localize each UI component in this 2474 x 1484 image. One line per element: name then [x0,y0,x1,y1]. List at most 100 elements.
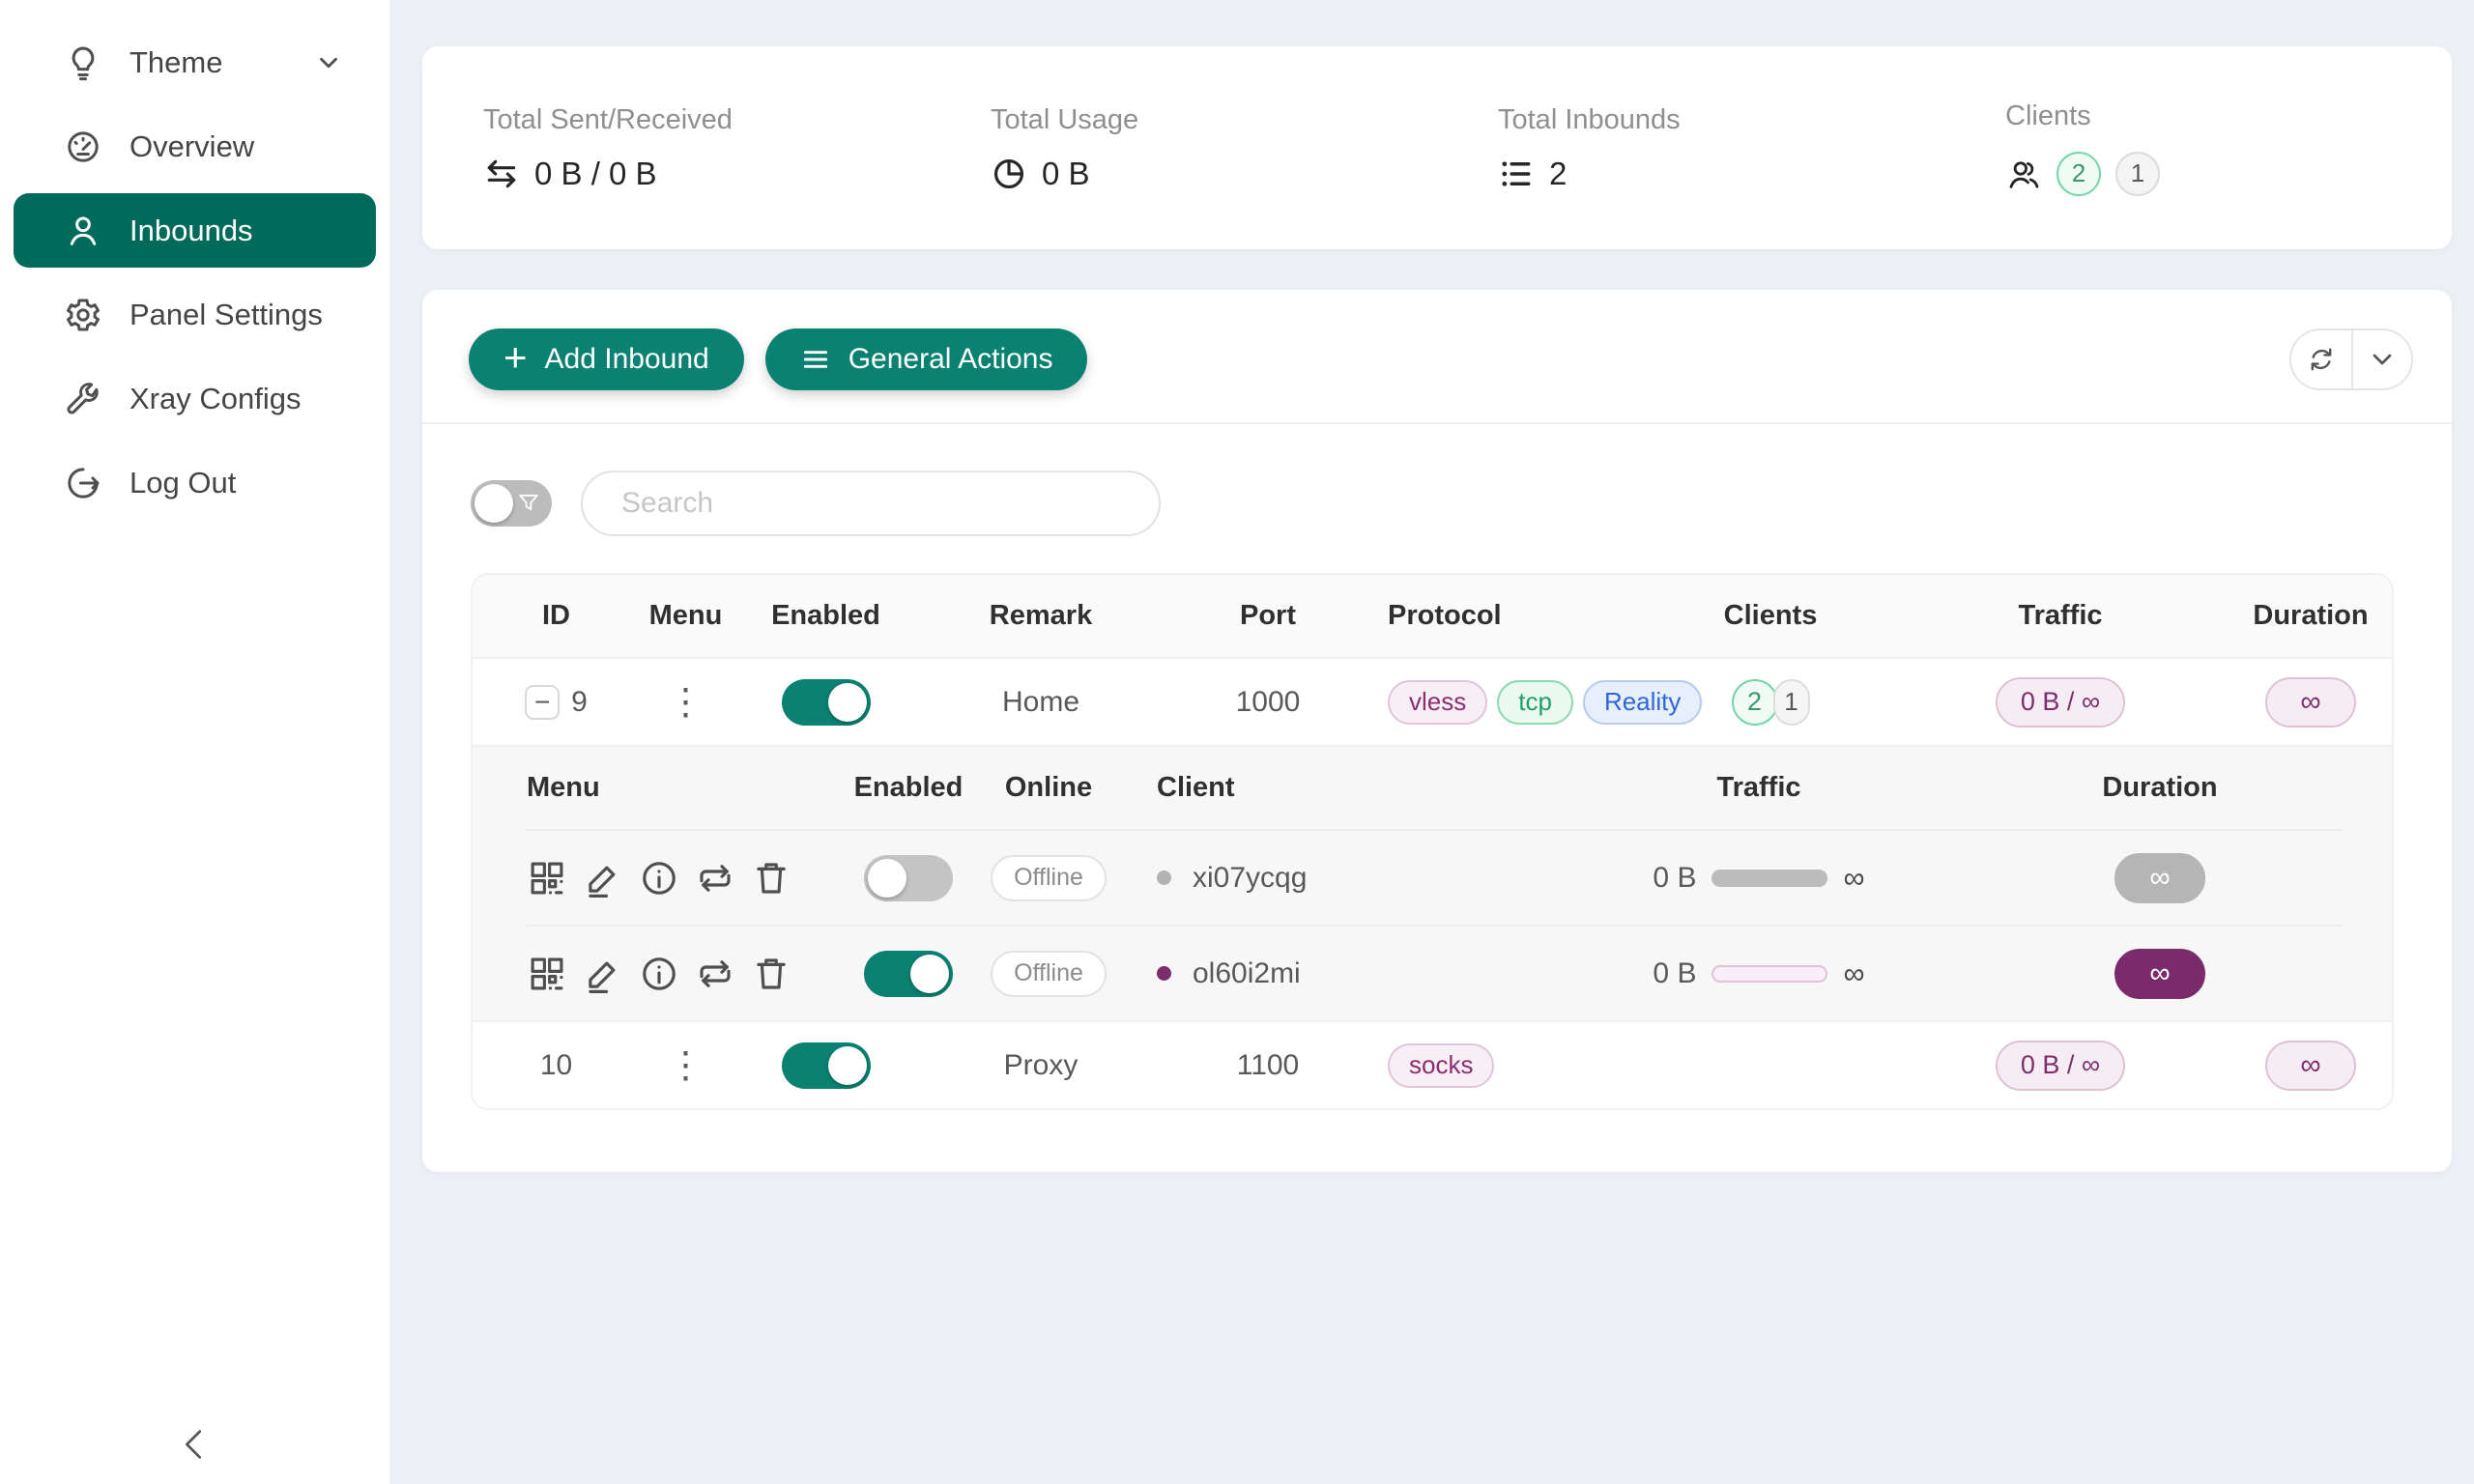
repeat-icon[interactable] [695,858,735,899]
trash-icon[interactable] [751,858,791,899]
qr-code-icon[interactable] [527,954,567,994]
info-icon[interactable] [639,858,679,899]
sidebar-item-overview[interactable]: Overview [14,109,376,184]
stat-total-inbounds: Total Inbounds 2 [1437,104,1944,192]
chevron-left-icon [173,1422,217,1467]
remark-cell: Home [920,686,1162,719]
add-inbound-button[interactable]: + Add Inbound [469,328,744,390]
user-icon [64,212,102,250]
logout-icon [64,464,102,502]
stat-label: Total Sent/Received [483,104,930,136]
sidebar-collapse-button[interactable] [0,1422,389,1467]
stat-label: Clients [2005,100,2452,132]
filter-funnel-icon [515,490,542,517]
header-duration: Duration [2229,600,2392,632]
sidebar: Theme Overview Inbounds Panel Settings [0,0,389,1484]
toggle-knob [828,1046,867,1085]
client-enabled-toggle[interactable] [864,951,953,997]
header-online: Online [971,772,1126,804]
traffic-progress-bar [1712,870,1827,887]
filter-toggle[interactable] [471,480,552,527]
clients-cell: 2 1 [1650,679,1891,726]
client-online-cell: Offline [971,951,1126,997]
traffic-cell: 0 B / ∞ [1891,1041,2229,1091]
stat-clients: Clients 2 1 [1944,100,2452,196]
menu-cell: ⋮ [640,1047,732,1084]
qr-code-icon[interactable] [527,858,567,899]
duration-cell: ∞ [2229,1041,2392,1091]
protocol-cell: vless tcp Reality [1374,680,1650,725]
client-enabled-cell [846,855,971,901]
stats-card: Total Sent/Received 0 B / 0 B Total Usag… [422,46,2452,249]
online-status-badge: Offline [991,951,1107,997]
header-protocol: Protocol [1374,600,1650,632]
kebab-menu-icon[interactable]: ⋮ [668,1047,705,1084]
client-duration-cell: ∞ [2025,949,2295,999]
client-menu-cell [527,954,846,994]
gear-icon [64,296,102,334]
sidebar-item-label: Xray Configs [129,382,301,416]
dashboard-icon [64,128,102,166]
traffic-used: 0 B [1653,862,1696,895]
protocol-tag: vless [1388,680,1487,725]
main-content: Total Sent/Received 0 B / 0 B Total Usag… [389,0,2474,1484]
pie-chart-icon [991,156,1027,192]
protocol-tag: tcp [1497,680,1573,725]
header-id: ID [473,600,640,632]
duration-pill[interactable]: ∞ [2114,949,2205,999]
transfer-arrows-icon [483,156,520,192]
inbound-enabled-toggle[interactable] [782,1042,871,1089]
refresh-button[interactable] [2291,330,2351,388]
kebab-menu-icon[interactable]: ⋮ [668,684,705,721]
client-status-dot [1157,966,1171,981]
search-row [422,424,2452,573]
traffic-used: 0 B [1653,957,1696,990]
duration-cell: ∞ [2229,677,2392,728]
edit-icon[interactable] [583,954,623,994]
client-traffic-cell: 0 B ∞ [1493,956,2025,991]
menu-cell: ⋮ [640,684,732,721]
sidebar-item-theme[interactable]: Theme [14,25,376,100]
duration-pill[interactable]: ∞ [2114,853,2205,903]
enabled-cell [732,1042,920,1089]
toggle-knob [828,683,867,722]
traffic-progress-bar [1712,965,1827,983]
client-enabled-toggle[interactable] [864,855,953,901]
table-row: − 9 ⋮ Home 1000 vless tcp Reality 2 1 [473,657,2392,745]
header-remark: Remark [920,600,1162,632]
clients-inactive-badge: 1 [2115,152,2160,196]
online-status-badge: Offline [991,855,1107,901]
sidebar-item-inbounds[interactable]: Inbounds [14,193,376,268]
enabled-cell [732,679,920,726]
info-icon[interactable] [639,954,679,994]
add-inbound-label: Add Inbound [545,343,709,376]
sidebar-item-panel-settings[interactable]: Panel Settings [14,277,376,352]
refresh-options-button[interactable] [2351,330,2411,388]
client-traffic-cell: 0 B ∞ [1493,861,2025,896]
repeat-icon[interactable] [695,954,735,994]
trash-icon[interactable] [751,954,791,994]
traffic-cell: 0 B / ∞ [1891,677,2229,728]
protocol-tag: socks [1388,1043,1494,1088]
stat-total-sent-received: Total Sent/Received 0 B / 0 B [422,104,930,192]
clients-inactive-badge: 1 [1773,679,1810,726]
inbounds-table: ID Menu Enabled Remark Port Protocol Cli… [471,573,2394,1110]
header-clients: Clients [1650,600,1891,632]
client-name: xi07ycqg [1193,862,1307,895]
search-input[interactable] [581,471,1161,536]
stat-value: 0 B / 0 B [534,156,657,192]
collapse-row-button[interactable]: − [525,685,560,720]
stat-label: Total Usage [991,104,1437,136]
sidebar-item-log-out[interactable]: Log Out [14,445,376,520]
header-enabled: Enabled [846,772,971,804]
port-cell: 1000 [1162,686,1374,719]
general-actions-button[interactable]: General Actions [765,328,1088,390]
header-duration: Duration [2025,772,2295,804]
header-traffic: Traffic [1891,600,2229,632]
duration-pill: ∞ [2265,1041,2356,1091]
client-status-dot [1157,870,1171,885]
edit-icon[interactable] [583,858,623,899]
inbound-enabled-toggle[interactable] [782,679,871,726]
refresh-button-group [2289,328,2413,390]
sidebar-item-xray-configs[interactable]: Xray Configs [14,361,376,436]
